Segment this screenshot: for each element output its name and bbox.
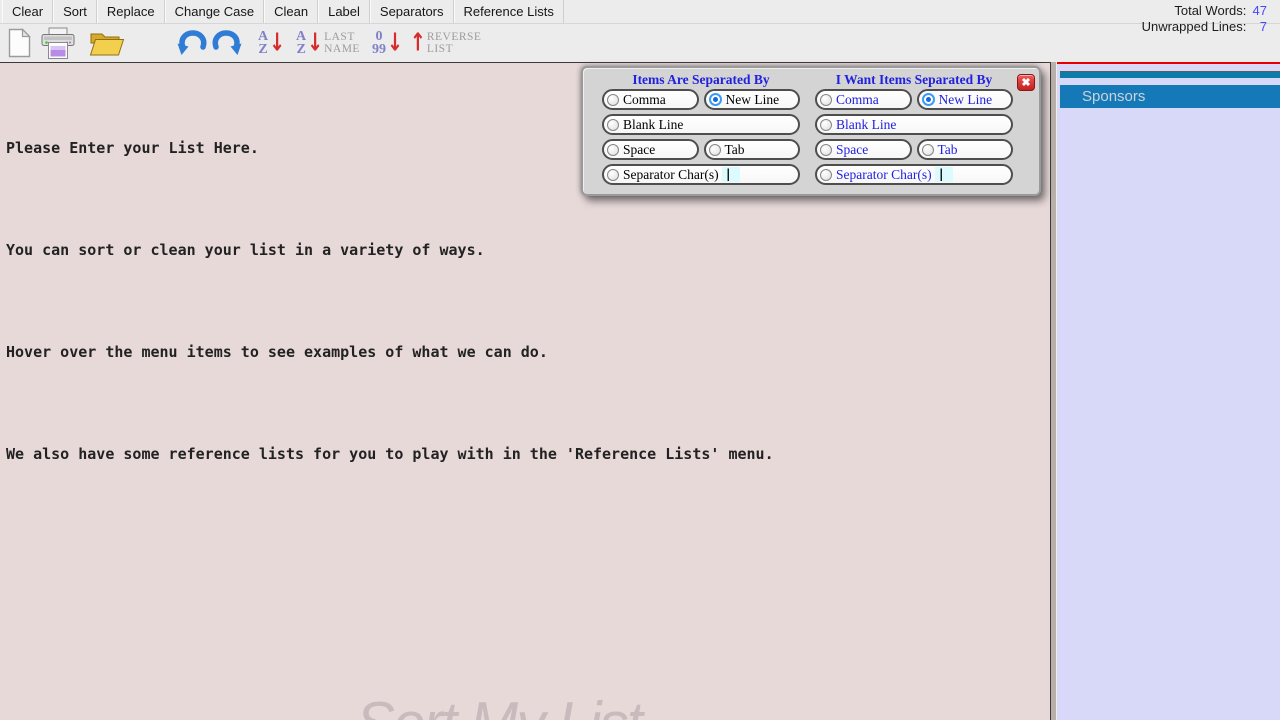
print-button[interactable]: [40, 27, 76, 60]
menu-item-clear[interactable]: Clear: [2, 0, 54, 23]
menu-item-clean[interactable]: Clean: [264, 0, 319, 23]
input-sep-newline-radio[interactable]: New Line: [703, 89, 800, 110]
reverse-up-arrow-icon: ↑: [409, 28, 426, 57]
total-words-value: 47: [1252, 3, 1267, 18]
editor-line: You can sort or clean your list in a var…: [6, 241, 485, 259]
output-sep-char-radio[interactable]: Separator Char(s) |: [815, 164, 1013, 185]
radio-off-icon: [820, 93, 832, 106]
toolbar: AZ ↓ AZ ↓ LAST NAME 0 99 ↓ ↑ REVERSE LIST: [0, 24, 1280, 62]
sort-az-button[interactable]: AZ ↓: [258, 28, 286, 57]
radio-off-icon: [820, 118, 832, 131]
sponsors-sidebar: Sponsors: [1057, 62, 1280, 720]
radio-off-icon: [607, 93, 619, 106]
menu-item-reference-lists[interactable]: Reference Lists: [453, 0, 564, 23]
reverse-list-label: REVERSE LIST: [426, 31, 482, 55]
unwrapped-lines-value: 7: [1259, 19, 1267, 34]
output-sep-tab-radio[interactable]: Tab: [916, 139, 1013, 160]
radio-off-icon: [820, 143, 832, 156]
sort-down-arrow-icon: ↓: [269, 28, 286, 57]
unwrapped-lines-label: Unwrapped Lines:: [1141, 19, 1247, 34]
output-sep-newline-radio[interactable]: New Line: [916, 89, 1013, 110]
radio-on-icon: [921, 93, 935, 106]
app-watermark: Sort My List: [356, 689, 643, 720]
output-sep-comma-radio[interactable]: Comma: [815, 89, 912, 110]
editor-line: Hover over the menu items to see example…: [6, 343, 548, 361]
input-sep-tab-radio[interactable]: Tab: [703, 139, 800, 160]
input-separator-title: Items Are Separated By: [632, 72, 770, 87]
open-folder-icon: [89, 33, 125, 56]
unwrapped-lines-line: Unwrapped Lines: 7: [1142, 19, 1267, 35]
undo-button[interactable]: [177, 29, 207, 57]
new-file-button[interactable]: [8, 28, 31, 58]
radio-off-icon: [607, 143, 619, 156]
input-sep-comma-radio[interactable]: Comma: [602, 89, 699, 110]
menu-bar: Clear Sort Replace Change Case Clean Lab…: [0, 0, 1280, 24]
status-area: Total Words: 47 Unwrapped Lines: 7: [1142, 3, 1267, 35]
redo-button[interactable]: [212, 29, 242, 57]
sort-az-letters: AZ: [258, 29, 269, 57]
output-sep-space-radio[interactable]: Space: [815, 139, 912, 160]
reverse-list-button[interactable]: ↑ REVERSE LIST: [409, 28, 482, 57]
menu-item-separators[interactable]: Separators: [369, 0, 454, 23]
total-words-line: Total Words: 47: [1142, 3, 1267, 19]
total-words-label: Total Words:: [1174, 3, 1247, 18]
sort-down-arrow-icon: ↓: [386, 28, 403, 57]
close-icon: ✖: [1021, 77, 1031, 89]
close-panel-button[interactable]: ✖: [1017, 74, 1035, 91]
sponsors-header: Sponsors: [1060, 85, 1280, 108]
radio-off-icon: [607, 168, 619, 181]
radio-off-icon: [607, 118, 619, 131]
menu-item-sort[interactable]: Sort: [53, 0, 97, 23]
input-sep-char-field[interactable]: |: [721, 167, 740, 182]
sort-az-letters: AZ: [296, 29, 307, 57]
menu-item-change-case[interactable]: Change Case: [164, 0, 265, 23]
output-sep-blankline-radio[interactable]: Blank Line: [815, 114, 1013, 135]
input-sep-blankline-radio[interactable]: Blank Line: [602, 114, 800, 135]
open-file-button[interactable]: [89, 29, 125, 57]
last-name-label: LAST NAME: [324, 31, 360, 55]
printer-icon: [41, 27, 75, 59]
new-file-icon: [8, 28, 31, 58]
output-sep-char-field[interactable]: |: [934, 167, 953, 182]
sort-numeric-digits: 0 99: [371, 29, 386, 57]
sort-down-arrow-icon: ↓: [307, 28, 324, 57]
menu-item-label[interactable]: Label: [318, 0, 370, 23]
menu-item-replace[interactable]: Replace: [96, 0, 165, 23]
undo-icon: [177, 29, 207, 55]
radio-off-icon: [820, 168, 832, 181]
output-separator-group: I Want Items Separated By Comma New Line: [815, 70, 1013, 185]
radio-off-icon: [921, 143, 934, 156]
output-separator-title: I Want Items Separated By: [835, 72, 993, 87]
input-separator-group: Items Are Separated By Comma New Line Bl…: [602, 70, 800, 185]
input-sep-char-radio[interactable]: Separator Char(s) |: [602, 164, 800, 185]
sort-last-name-button[interactable]: AZ ↓ LAST NAME: [296, 28, 360, 57]
input-sep-space-radio[interactable]: Space: [602, 139, 699, 160]
sort-numeric-button[interactable]: 0 99 ↓: [371, 28, 404, 57]
separator-options-panel: ✖ Items Are Separated By Comma New Line: [581, 66, 1041, 196]
radio-off-icon: [708, 143, 721, 156]
editor-line: We also have some reference lists for yo…: [6, 445, 774, 463]
radio-on-icon: [708, 93, 722, 106]
sidebar-top-strip: [1060, 71, 1280, 78]
redo-icon: [212, 29, 242, 55]
